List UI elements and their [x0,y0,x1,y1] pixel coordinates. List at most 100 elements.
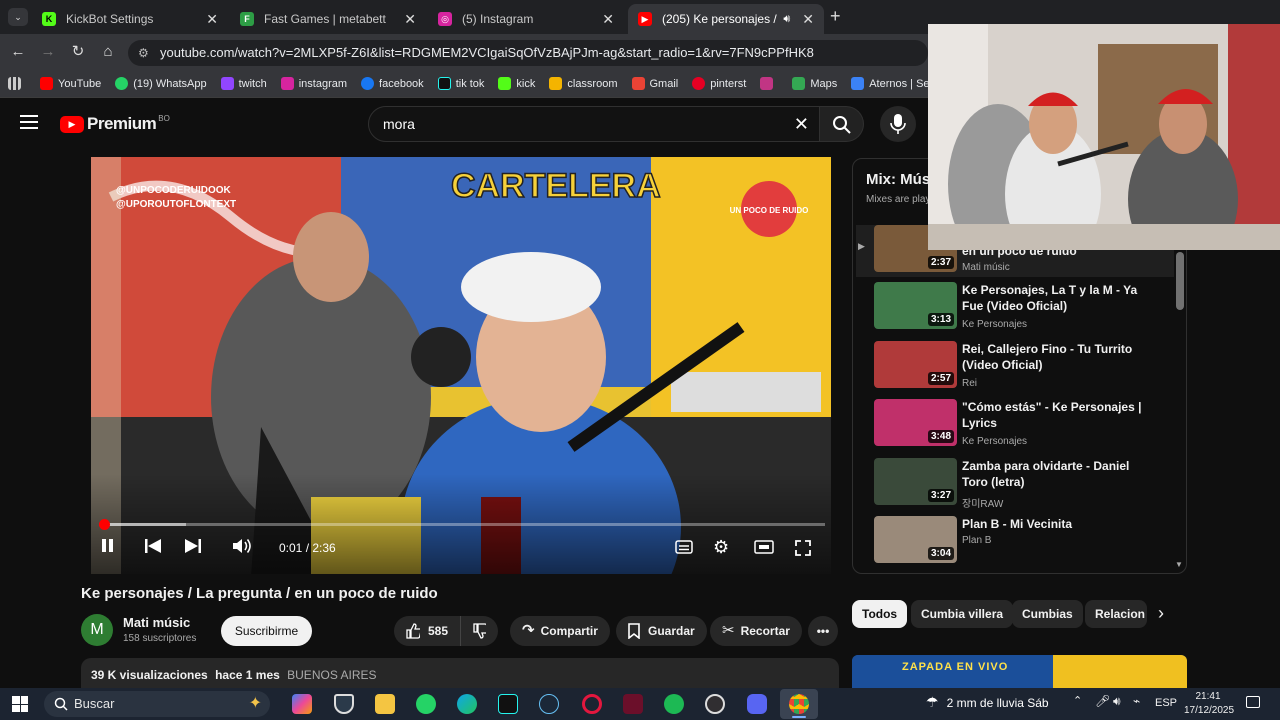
avatar[interactable]: M [81,614,113,646]
close-icon[interactable]: ✕ [602,11,614,28]
dislike-button[interactable] [460,616,498,646]
tab-kickbot[interactable]: K KickBot Settings ✕ [32,4,228,34]
like-button[interactable]: 585 [394,616,460,646]
volume-tray-icon[interactable]: 🔊︎ [1113,694,1121,709]
spotify-icon[interactable] [664,694,684,714]
chip-cumbias[interactable]: Cumbias [1012,600,1083,628]
more-actions-button[interactable]: ••• [808,616,838,646]
share-button[interactable]: ↷ Compartir [510,616,610,646]
location-link[interactable]: BUENOS AIRES [287,668,376,682]
playlist-item[interactable]: 3:48 "Cómo estás" - Ke Personajes | Lyri… [856,399,1174,455]
thumbs-down-icon [473,623,486,639]
fullscreen-button[interactable] [795,540,811,561]
channel-name[interactable]: Mati músic [123,615,190,630]
subscribe-button[interactable]: Suscribirme [221,616,312,646]
taskbar-search[interactable]: Buscar ✦ [44,691,270,717]
menu-icon[interactable] [20,115,38,129]
save-button[interactable]: Guardar [616,616,707,646]
theater-mode-button[interactable] [754,540,774,559]
tab-fast-games[interactable]: F Fast Games | metabett ✕ [230,4,426,34]
search-input[interactable]: mora ✕ [368,106,820,142]
playlist-scrollbar[interactable] [1176,252,1184,310]
ad-banner[interactable]: ZAPADA EN VIVO [852,655,1187,690]
close-icon[interactable]: ✕ [206,11,218,28]
chip-cumbia-villera[interactable]: Cumbia villera [911,600,1014,628]
video-player[interactable]: @UNPOCODERUIDOOK @UPOROUTOFLONTEXT CARTE… [91,157,831,574]
apps-icon[interactable] [8,77,26,90]
bookmark-maps[interactable]: Maps [792,77,837,90]
tiktok-icon[interactable] [498,694,518,714]
tab-youtube-active[interactable]: ▶ (205) Ke personajes / La pre 🔊︎ ✕ [628,4,824,34]
speaker-icon[interactable]: 🔊︎ [783,13,790,26]
network-tray-icon[interactable]: ⌁ [1133,694,1140,708]
bookmark-classroom[interactable]: classroom [549,77,618,90]
subtitles-button[interactable] [675,540,693,559]
duration: 3:48 [927,430,954,443]
bookmark-unnamed[interactable] [760,77,778,90]
bookmark-instagram[interactable]: instagram [280,77,347,90]
bookmark-twitch[interactable]: twitch [220,77,267,90]
security-icon[interactable] [334,694,354,714]
bookmark-gmail[interactable]: Gmail [631,77,678,90]
previous-button[interactable] [145,539,161,558]
bookmark-kick[interactable]: kick [498,77,535,90]
close-icon[interactable]: ✕ [802,11,814,28]
playlist-item[interactable]: 3:13 Ke Personajes, La T y la M - Ya Fue… [856,282,1174,338]
volume-button[interactable] [233,538,253,559]
youtube-premium-logo[interactable]: ▶ Premium BO [60,114,170,134]
youtube-logo-icon: ▶ [60,115,84,133]
chip-relacionados[interactable]: Relacion [1085,600,1147,628]
edge-icon[interactable] [457,694,477,714]
obs-icon[interactable] [705,694,725,714]
playlist-item[interactable]: 3:27 Zamba para olvidarte - Daniel Toro … [856,458,1174,514]
copilot-icon[interactable] [292,694,312,714]
clock[interactable]: 21:41 17/12/2025 [1184,690,1234,718]
pause-button[interactable] [99,539,115,555]
discord-icon[interactable] [747,694,767,714]
clip-button[interactable]: ✂ Recortar [710,616,802,646]
kick-tab-icon: K [42,12,56,26]
steam-icon[interactable] [539,694,559,714]
tab-search-button[interactable]: ⌄ [8,8,28,26]
overlay-handle-2: @UPOROUTOFLONTEXT [116,199,236,210]
playlist-item[interactable]: 2:57 Rei, Callejero Fino - Tu Turrito (V… [856,341,1174,397]
weather-widget[interactable]: ☂ 2 mm de lluvia Sáb [926,694,1049,711]
bookmark-facebook[interactable]: facebook [361,77,424,90]
microphone-tray-icon[interactable]: 🎤︎ [1095,694,1110,708]
file-explorer-icon[interactable] [375,694,395,714]
voice-search-button[interactable] [880,106,916,142]
notifications-icon[interactable] [1246,696,1260,708]
chevron-right-icon[interactable]: › [1158,603,1164,624]
address-bar[interactable]: ⚙ youtube.com/watch?v=2MLXP5f-Z6I&list=R… [128,40,928,66]
chrome-taskbar-active[interactable] [780,689,818,719]
clear-search-icon[interactable]: ✕ [794,107,809,141]
forward-icon[interactable]: → [38,42,58,62]
progress-bar[interactable] [99,519,825,530]
bookmark-youtube[interactable]: YouTube [40,77,101,90]
scroll-down-arrow-icon[interactable]: ▼ [1175,560,1183,569]
bookmark-pinterest[interactable]: pinterst [692,77,746,90]
opera-gx-icon[interactable] [582,694,602,714]
back-icon[interactable]: ← [8,42,28,62]
close-icon[interactable]: ✕ [404,11,416,28]
tray-overflow-icon[interactable]: ⌃ [1073,694,1082,707]
vegas-icon[interactable] [623,694,643,714]
bookmark-whatsapp[interactable]: (19) WhatsApp [115,77,207,90]
search-button[interactable] [820,106,864,142]
bookmark-tiktok[interactable]: tik tok [437,77,484,90]
rain-cloud-icon: ☂ [926,694,939,710]
playlist-item[interactable]: 3:04 Plan B - Mi Vecinita Plan B [856,516,1174,568]
windows-start-icon[interactable] [12,696,28,712]
tab-instagram[interactable]: ◎ (5) Instagram ✕ [428,4,624,34]
home-icon[interactable]: ⌂ [98,42,118,62]
language-indicator[interactable]: ESP [1155,697,1177,709]
next-button[interactable] [185,539,201,558]
chip-todos[interactable]: Todos [852,600,908,628]
scrubber-handle[interactable] [99,519,110,530]
reload-icon[interactable]: ↻ [68,42,88,62]
video-thumbnail: 3:27 [874,458,957,505]
whatsapp-icon[interactable] [416,694,436,714]
site-info-icon[interactable]: ⚙ [138,40,149,66]
settings-button[interactable]: ⚙ [713,537,729,558]
new-tab-button[interactable]: + [830,6,841,27]
